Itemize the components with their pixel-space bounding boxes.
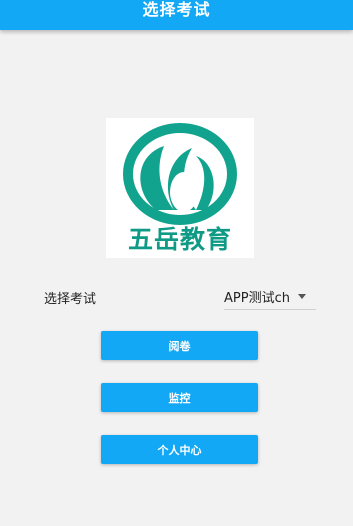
exam-dropdown[interactable]: APP测试ch xyxy=(224,284,316,310)
leaf-logo-icon xyxy=(123,123,237,225)
exam-dropdown-value: APP测试ch xyxy=(224,291,290,306)
exam-selector-label: 选择考试 xyxy=(44,292,97,307)
personal-center-button[interactable]: 个人中心 xyxy=(101,435,258,464)
chevron-down-icon xyxy=(297,294,306,299)
monitor-button[interactable]: 监控 xyxy=(101,383,258,412)
review-button[interactable]: 阅卷 xyxy=(101,331,258,360)
brand-logo: 五岳教育 xyxy=(106,118,254,258)
page-title: 选择考试 xyxy=(142,0,211,19)
exam-selector-row: 选择考试 APP测试ch xyxy=(44,284,316,310)
logo-text: 五岳教育 xyxy=(127,225,232,254)
app-bar: 选择考试 xyxy=(0,0,353,30)
